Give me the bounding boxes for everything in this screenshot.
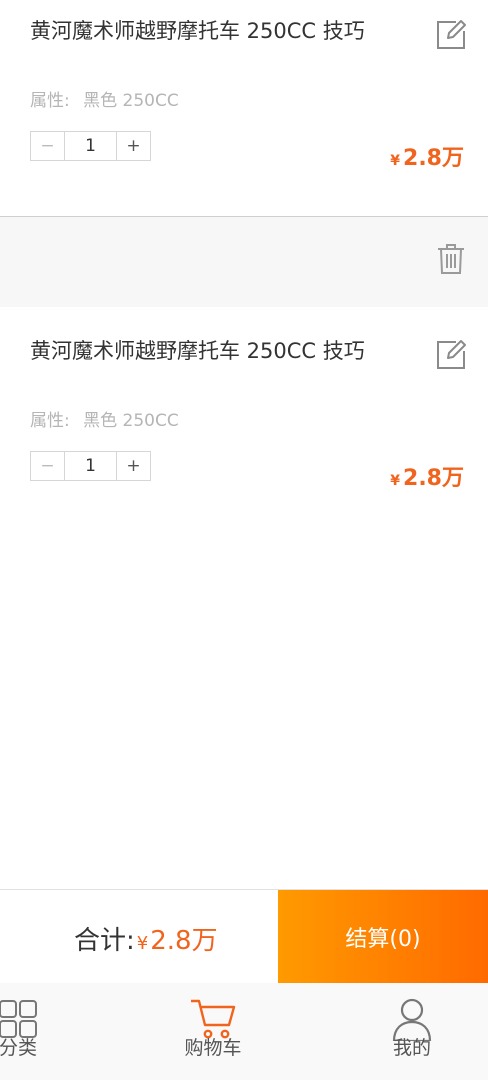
cart-item[interactable]: 黄河魔术师越野摩托车 250CC 技巧 属性: 黑色 250CC − 1 + ¥…	[0, 320, 488, 510]
decrease-button[interactable]: −	[31, 132, 64, 160]
total-amount: ¥2.8万	[135, 926, 218, 956]
total-summary: 合计: ¥2.8万	[74, 920, 218, 957]
attr-label: 属性:	[30, 91, 70, 111]
tab-profile[interactable]: 我的	[372, 983, 452, 1080]
decrease-button[interactable]: −	[31, 452, 64, 480]
trash-icon[interactable]	[437, 243, 465, 275]
swipe-delete-area	[0, 216, 488, 307]
attr-value: 黑色 250CC	[83, 411, 179, 431]
edit-icon[interactable]	[434, 338, 466, 370]
cart-item[interactable]: 黄河魔术师越野摩托车 250CC 技巧 属性: 黑色 250CC − 1 + ¥…	[0, 0, 488, 216]
increase-button[interactable]: +	[117, 452, 150, 480]
checkout-button[interactable]: 结算(0)	[278, 890, 488, 984]
attr-value: 黑色 250CC	[83, 91, 179, 111]
product-title[interactable]: 黄河魔术师越野摩托车 250CC 技巧	[30, 336, 390, 367]
price-value: 2.8万	[403, 146, 464, 171]
product-attributes: 属性: 黑色 250CC	[30, 406, 179, 431]
checkout-bar: 合计: ¥2.8万 结算(0)	[0, 889, 488, 984]
currency-symbol: ¥	[390, 153, 401, 169]
edit-icon[interactable]	[434, 18, 466, 50]
total-label: 合计:	[74, 926, 135, 956]
quantity-value[interactable]: 1	[64, 452, 117, 480]
quantity-value[interactable]: 1	[64, 132, 117, 160]
tab-cart[interactable]: 购物车	[173, 983, 253, 1080]
currency-symbol: ¥	[390, 473, 401, 489]
tab-category[interactable]: 分类	[0, 983, 58, 1080]
tab-label: 我的	[392, 1037, 431, 1059]
increase-button[interactable]: +	[117, 132, 150, 160]
item-price: ¥2.8万	[390, 460, 464, 492]
product-attributes: 属性: 黑色 250CC	[30, 86, 179, 111]
quantity-stepper: − 1 +	[30, 451, 151, 481]
product-title[interactable]: 黄河魔术师越野摩托车 250CC 技巧	[30, 16, 390, 47]
price-value: 2.8万	[403, 466, 464, 491]
tab-label: 分类	[0, 1037, 37, 1059]
quantity-stepper: − 1 +	[30, 131, 151, 161]
currency-symbol: ¥	[136, 933, 149, 954]
bottom-tab-bar: 分类 购物车 我的	[0, 983, 488, 1080]
item-price: ¥2.8万	[390, 140, 464, 172]
attr-label: 属性:	[30, 411, 70, 431]
total-value: 2.8万	[150, 926, 218, 956]
tab-label: 购物车	[184, 1037, 242, 1059]
